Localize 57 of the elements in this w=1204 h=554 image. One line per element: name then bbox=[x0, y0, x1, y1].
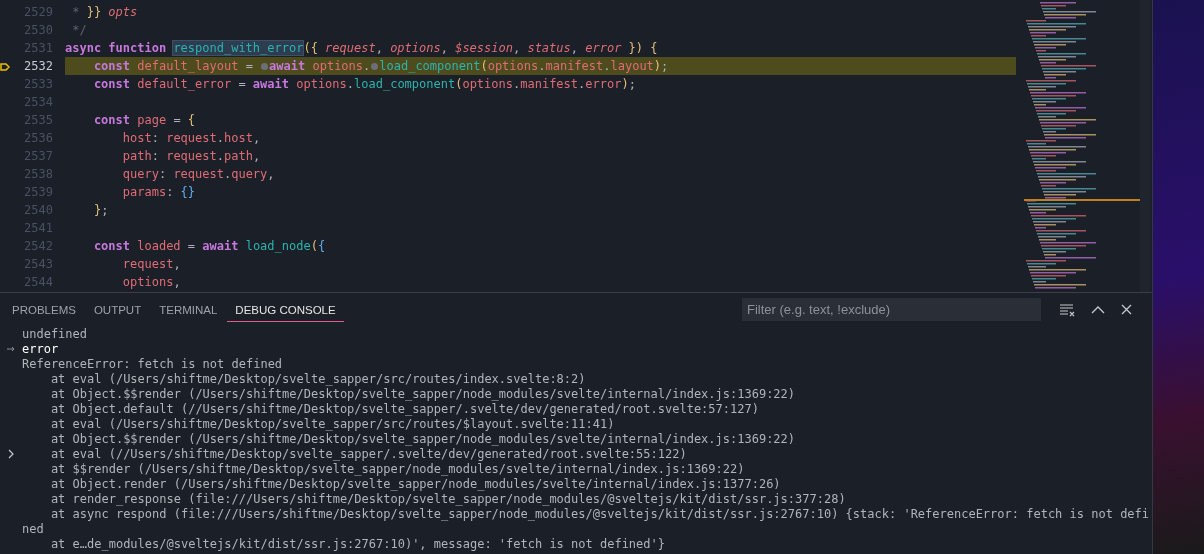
console-line: ReferenceError: fetch is not defined bbox=[22, 356, 283, 371]
code-line: path: request.path, bbox=[121, 149, 261, 163]
paused-breakpoint-icon[interactable] bbox=[0, 62, 10, 72]
line-number: 2536 bbox=[24, 131, 53, 145]
console-line: at eval (/Users/shiftme/Desktop/svelte_sapper/src/routes/index.svelte:8:2) bbox=[49, 371, 586, 386]
line-number: 2533 bbox=[24, 77, 53, 91]
panel-tab[interactable]: OUTPUT bbox=[85, 293, 150, 322]
console-line: at render_response (file:///Users/shiftme/Desktop/svelte_sapper/node_modules/@sveltejs/kit/dist/ssr.js:377:28) bbox=[49, 491, 846, 506]
console-line: at Object.default (//Users/shiftme/Desktop/svelte_sapper/.svelte/dev/generated/root.svelte:57:127) bbox=[49, 401, 759, 416]
code-line: request, bbox=[121, 257, 181, 271]
chevron-right-icon[interactable] bbox=[8, 448, 14, 459]
code-line: query: request.query, bbox=[121, 167, 275, 181]
console-line: at eval (/Users/shiftme/Desktop/svelte_sapper/src/routes/$layout.svelte:11:41) bbox=[49, 416, 615, 431]
scrollbar[interactable] bbox=[1140, 0, 1150, 292]
panel-tab[interactable]: DEBUG CONSOLE bbox=[227, 293, 344, 322]
console-line: at Object.$$render (/Users/shiftme/Desktop/svelte_sapper/node_modules/svelte/internal/index.js:1369:22) bbox=[49, 386, 796, 401]
clear-console-icon[interactable] bbox=[1059, 302, 1075, 317]
line-number: 2544 bbox=[24, 275, 53, 289]
line-number: 2543 bbox=[24, 257, 53, 271]
code-line: async function respond_with_error({ request, options, $session, status, error }) { bbox=[65, 41, 658, 55]
chevron-up-icon[interactable] bbox=[1091, 305, 1105, 314]
console-line: at eval (//Users/shiftme/Desktop/svelte_sapper/.svelte/dev/generated/root.svelte:55:122) bbox=[49, 446, 687, 461]
code-line: const page = { bbox=[92, 113, 196, 127]
close-icon[interactable] bbox=[1121, 304, 1132, 315]
console-line: at async respond (file:///Users/shiftme/Desktop/svelte_sapper/node_modules/@sveltejs/kit/dist/ssr.js:2767:10) {stack: 'ReferenceError: fetch is not defi bbox=[49, 506, 1150, 521]
line-number: 2540 bbox=[24, 203, 53, 217]
code-line: const loaded = await load_node({ bbox=[92, 239, 326, 253]
line-number: 2535 bbox=[24, 113, 53, 127]
line-number: 2531 bbox=[24, 41, 53, 55]
line-number: 2541 bbox=[24, 221, 53, 235]
line-number: 2542 bbox=[24, 239, 53, 253]
console-line: at Object.$$render (/Users/shiftme/Desktop/svelte_sapper/node_modules/svelte/internal/index.js:1369:22) bbox=[49, 431, 796, 446]
line-number: 2537 bbox=[24, 149, 53, 163]
line-number: 2534 bbox=[24, 95, 53, 109]
console-line: ned bbox=[22, 521, 44, 536]
console-line: at Object.render (/Users/shiftme/Desktop/svelte_sapper/node_modules/svelte/internal/index.js:1377:26) bbox=[49, 476, 781, 491]
code-line: }; bbox=[92, 203, 109, 217]
line-number: 2529 bbox=[24, 5, 53, 19]
console-line: at e…de_modules/@sveltejs/kit/dist/ssr.js:2767:10)', message: 'fetch is not defined'} bbox=[49, 536, 665, 551]
console-line: error bbox=[22, 341, 59, 356]
line-number: 2539 bbox=[24, 185, 53, 199]
code-line: * }} opts bbox=[71, 5, 138, 19]
panel-tab[interactable]: PROBLEMS bbox=[4, 293, 84, 322]
console-line: undefined bbox=[22, 326, 88, 341]
code-line: host: request.host, bbox=[121, 131, 261, 145]
line-number: 2538 bbox=[24, 167, 53, 181]
code-line: const default_layout = await options. load_component(options.manifest.layout); bbox=[92, 59, 669, 73]
panel-tab[interactable]: TERMINAL bbox=[151, 293, 226, 322]
console-line: at $$render (/Users/shiftme/Desktop/svelte_sapper/node_modules/svelte/internal/index.js:1369:22) bbox=[49, 461, 745, 476]
code-line: const default_error = await options.load_component(options.manifest.error); bbox=[92, 77, 636, 91]
line-number: 2532 bbox=[24, 59, 53, 73]
arrow-icon bbox=[7, 345, 15, 352]
line-number: 2530 bbox=[24, 23, 53, 37]
code-line: params: {} bbox=[121, 185, 196, 199]
code-line: options, bbox=[121, 275, 181, 289]
filter-field[interactable]: Filter (e.g. text, !exclude) bbox=[742, 298, 1041, 321]
code-line: */ bbox=[71, 23, 87, 37]
